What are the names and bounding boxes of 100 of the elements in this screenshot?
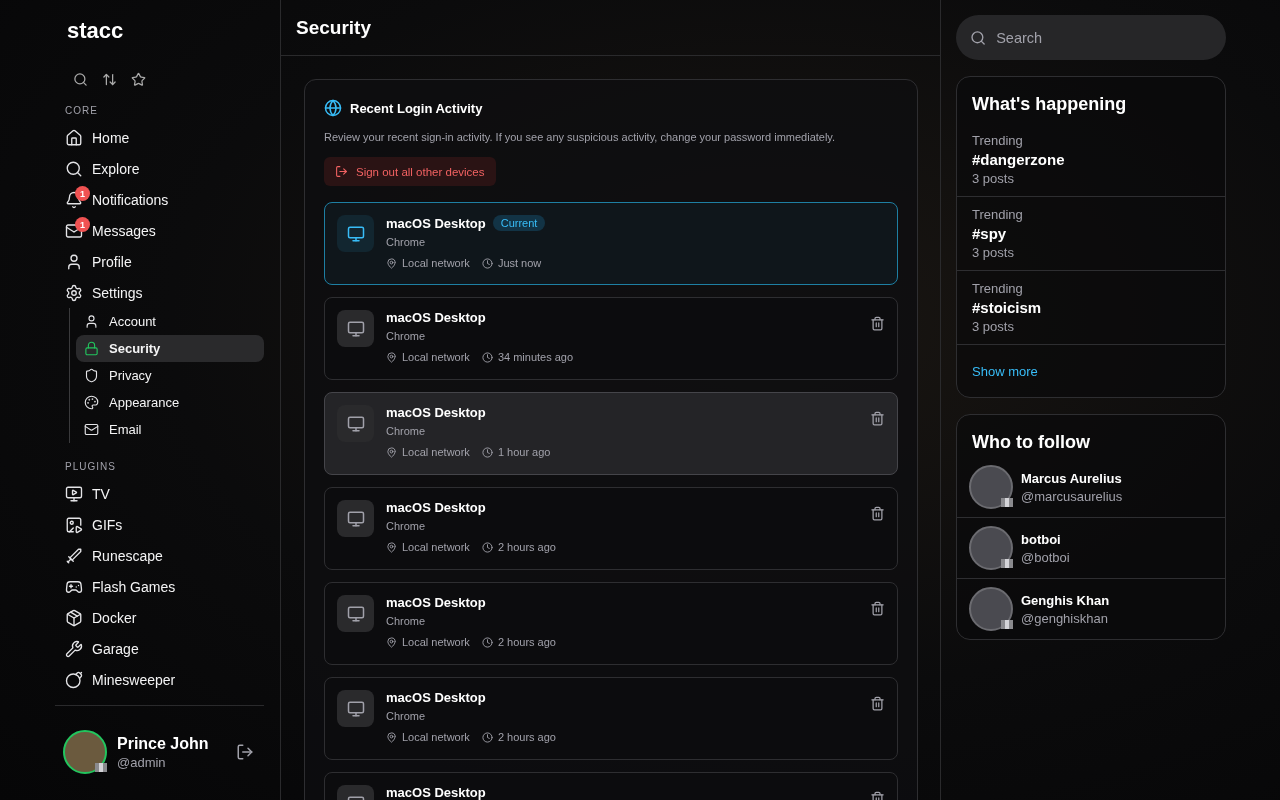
sort-icon[interactable]	[102, 72, 117, 87]
page-title: Security	[281, 0, 940, 56]
wrench-icon	[65, 639, 83, 658]
map-pin-icon	[386, 636, 397, 648]
follow-suggestion[interactable]: Marcus Aurelius @marcusaurelius	[957, 457, 1225, 518]
location-text: Local network	[402, 351, 470, 363]
location-text: Local network	[402, 636, 470, 648]
shield-icon	[84, 368, 99, 383]
nav-item[interactable]: Account	[76, 308, 264, 335]
follow-suggestion[interactable]: botboi @botboi	[957, 518, 1225, 579]
time-text: 2 hours ago	[497, 636, 556, 648]
brand-logo: stacc	[67, 18, 125, 44]
nav-item[interactable]: Garage	[55, 633, 264, 664]
star-icon[interactable]	[131, 72, 146, 87]
location-text: Local network	[402, 541, 470, 553]
clock-icon	[481, 731, 493, 743]
time-text: 1 hour ago	[497, 446, 551, 458]
panel-title: What's happening	[971, 93, 1128, 116]
nav-item[interactable]: Security	[76, 335, 264, 362]
trend-item[interactable]: Trending #dangerzone 3 posts	[957, 123, 1225, 197]
trend-item[interactable]: Trending #spy 3 posts	[957, 197, 1225, 271]
card-description: Review your recent sign-in activity. If you see any suspicious activity, change your password immediately.	[324, 131, 837, 143]
clock-icon	[481, 257, 493, 269]
nav-item[interactable]: TV	[55, 478, 264, 509]
count-badge: 1	[75, 217, 90, 232]
section-heading: PLUGINS	[65, 461, 117, 472]
device-name: macOS Desktop	[386, 690, 486, 705]
time-text: 34 minutes ago	[497, 351, 574, 363]
device-name: macOS Desktop	[386, 500, 486, 515]
map-pin-icon	[386, 731, 397, 743]
device-name: macOS Desktop	[386, 595, 486, 610]
lock-icon	[84, 341, 99, 356]
browser-name: Chrome	[386, 520, 427, 532]
device-name: macOS Desktop	[386, 785, 486, 800]
time-text: 2 hours ago	[497, 541, 556, 553]
clock-icon	[481, 636, 493, 648]
nav-item[interactable]: Settings	[55, 277, 264, 308]
search-icon[interactable]	[73, 72, 88, 87]
nav-item[interactable]: Flash Games	[55, 571, 264, 602]
section-heading: CORE	[65, 105, 99, 116]
device-name: macOS Desktop	[386, 405, 486, 420]
globe-icon	[324, 99, 342, 117]
browser-name: Chrome	[386, 425, 427, 437]
nav-item[interactable]: Runescape	[55, 540, 264, 571]
image-play-icon	[65, 515, 83, 534]
settings-icon	[65, 283, 83, 302]
search-icon	[65, 159, 83, 178]
map-pin-icon	[386, 351, 397, 363]
home-icon	[65, 128, 83, 147]
monitor-icon	[337, 500, 374, 537]
user-handle: @admin	[117, 754, 167, 770]
location-text: Local network	[402, 731, 470, 743]
monitor-icon	[337, 215, 374, 252]
nav-item[interactable]: Explore	[55, 153, 264, 184]
nav-item[interactable]: 1 Notifications	[55, 184, 264, 215]
nav-item[interactable]: Home	[55, 122, 264, 153]
flag-icon	[1001, 498, 1013, 507]
trend-item[interactable]: Trending #stoicism 3 posts	[957, 271, 1225, 345]
box-icon	[65, 608, 83, 627]
browser-name: Chrome	[386, 236, 427, 248]
nav-item[interactable]: Profile	[55, 246, 264, 277]
nav-item[interactable]: 1 Messages	[55, 215, 264, 246]
flag-icon	[1001, 559, 1013, 568]
device-name: macOS Desktop	[386, 310, 486, 325]
nav-item[interactable]: GIFs	[55, 509, 264, 540]
card-title: Recent Login Activity	[350, 100, 483, 116]
flag-icon	[95, 763, 107, 772]
sign-out-button[interactable]: Sign out all other devices	[324, 157, 496, 186]
browser-name: Chrome	[386, 710, 427, 722]
monitor-icon	[337, 405, 374, 442]
logout-icon	[335, 165, 348, 178]
current-badge: Current	[492, 215, 546, 231]
person-icon	[84, 314, 99, 329]
nav-item[interactable]: Minesweeper	[55, 664, 264, 695]
search-field[interactable]: Search	[956, 15, 1226, 60]
logout-icon[interactable]	[236, 743, 254, 761]
mail-icon	[84, 422, 99, 437]
count-badge: 1	[75, 186, 90, 201]
monitor-icon	[337, 690, 374, 727]
time-text: 2 hours ago	[497, 731, 556, 743]
follow-suggestion[interactable]: Genghis Khan @genghiskhan	[957, 579, 1225, 639]
clock-icon	[481, 351, 493, 363]
sword-icon	[65, 546, 83, 565]
browser-name: Chrome	[386, 615, 427, 627]
map-pin-icon	[386, 257, 397, 269]
avatar[interactable]	[63, 730, 107, 774]
search-icon	[970, 28, 987, 47]
location-text: Local network	[402, 446, 470, 458]
user-name: Prince John	[117, 734, 210, 753]
search-input[interactable]: Search	[994, 28, 1212, 47]
clock-icon	[481, 541, 493, 553]
nav-item[interactable]: Docker	[55, 602, 264, 633]
nav-item[interactable]: Appearance	[76, 389, 264, 416]
location-text: Local network	[402, 257, 470, 269]
palette-icon	[84, 395, 99, 410]
nav-item[interactable]: Email	[76, 416, 264, 443]
map-pin-icon	[386, 541, 397, 553]
device-name: macOS Desktop	[386, 215, 486, 231]
show-more-link[interactable]: Show more	[957, 345, 1225, 397]
nav-item[interactable]: Privacy	[76, 362, 264, 389]
